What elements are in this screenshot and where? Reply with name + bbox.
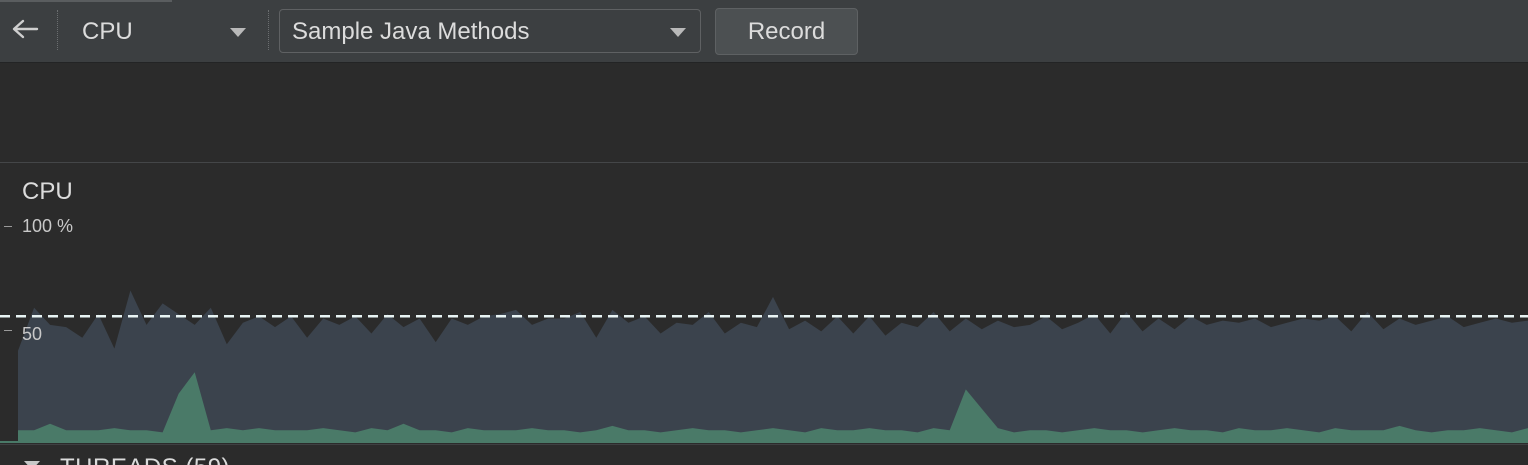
y-axis-label-100: 100 %: [22, 216, 74, 236]
collapse-arrow-icon: [24, 461, 40, 465]
y-axis-label-50: 50: [22, 324, 43, 344]
app-cpu-area: [18, 290, 1528, 441]
cpu-usage-chart: [0, 290, 1528, 443]
threads-section-header[interactable]: THREADS (59): [0, 444, 1528, 465]
threads-label: THREADS (59): [60, 454, 230, 465]
y-axis-tick: [4, 330, 12, 331]
y-axis-tick: [4, 226, 12, 227]
